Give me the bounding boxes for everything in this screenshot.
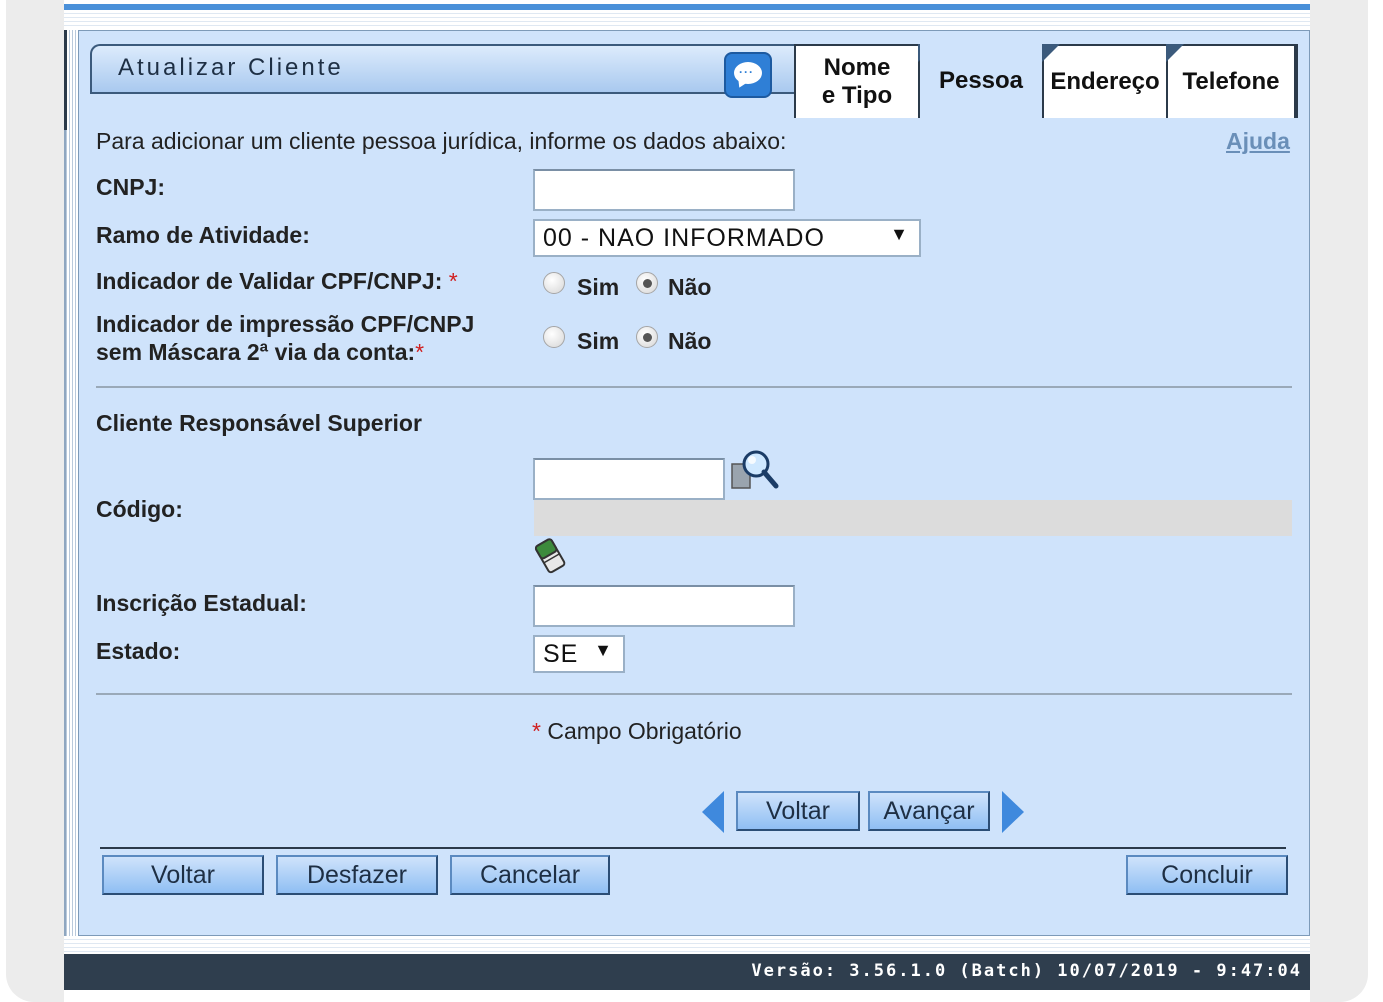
left-border <box>64 130 66 936</box>
left-stripes <box>64 30 78 940</box>
ramo-select[interactable]: 00 - NAO INFORMADO ▼ <box>533 219 921 257</box>
divider <box>96 693 1292 695</box>
tab-label: Endereço <box>1050 68 1160 95</box>
voltar-button[interactable]: Voltar <box>102 855 264 895</box>
required-mark: * <box>415 339 425 365</box>
tab-fold <box>1166 44 1184 62</box>
page-title: Atualizar Cliente <box>118 54 344 81</box>
section-title: Cliente Responsável Superior <box>96 410 422 436</box>
validar-sim-radio[interactable] <box>543 272 565 294</box>
chevron-down-icon: ▼ <box>594 640 613 660</box>
eraser-icon[interactable] <box>534 536 570 578</box>
validar-nao-label: Não <box>668 274 712 300</box>
help-link[interactable]: Ajuda <box>1226 128 1290 155</box>
estado-value: SE <box>543 640 579 668</box>
impressao-sim-label: Sim <box>577 328 620 354</box>
inscricao-label: Inscrição Estadual: <box>96 590 307 616</box>
ramo-value: 00 - NAO INFORMADO <box>543 224 825 252</box>
required-mark: * <box>448 268 458 294</box>
estado-select[interactable]: SE ▼ <box>533 635 625 673</box>
cancelar-button[interactable]: Cancelar <box>450 855 610 895</box>
validar-label-text: Indicador de Validar CPF/CNPJ: <box>96 268 443 294</box>
cnpj-label: CNPJ: <box>96 174 166 200</box>
tab-pessoa[interactable]: Pessoa <box>920 44 1042 118</box>
tab-telefone[interactable]: Telefone <box>1166 44 1296 118</box>
nav-back-button[interactable]: Voltar <box>736 791 860 831</box>
tab-label: Pessoa <box>938 67 1024 94</box>
impressao-label-line1: Indicador de impressão CPF/CNPJ <box>96 311 475 337</box>
impressao-sim-radio[interactable] <box>543 326 565 348</box>
ramo-label: Ramo de Atividade: <box>96 222 310 248</box>
validar-sim-label: Sim <box>577 274 620 300</box>
chat-icon[interactable]: ··· <box>724 52 772 98</box>
arrow-right-icon[interactable] <box>1002 791 1024 833</box>
required-mark: * <box>532 718 541 744</box>
tabs-edge <box>1296 44 1298 118</box>
tab-label: Telefone <box>1182 68 1280 95</box>
concluir-button[interactable]: Concluir <box>1126 855 1288 895</box>
impressao-label-line2: sem Máscara 2ª via da conta:* <box>96 339 425 365</box>
version-bar: Versão: 3.56.1.0 (Batch) 10/07/2019 - 9:… <box>64 954 1310 990</box>
codigo-label: Código: <box>96 496 183 522</box>
validar-nao-radio[interactable] <box>636 272 658 294</box>
required-note: * Campo Obrigatório <box>532 718 742 745</box>
codigo-description <box>534 500 1292 536</box>
top-stripes <box>64 10 1310 28</box>
required-note-text: Campo Obrigatório <box>547 718 742 744</box>
impressao-nao-label: Não <box>668 328 712 354</box>
tab-fold <box>1042 44 1060 62</box>
left-marker <box>64 30 67 130</box>
impressao-nao-radio[interactable] <box>636 326 658 348</box>
chevron-down-icon: ▼ <box>890 224 909 244</box>
cnpj-input[interactable] <box>533 169 795 211</box>
divider <box>96 386 1292 388</box>
tab-label: Nome e Tipo <box>821 54 893 109</box>
estado-label: Estado: <box>96 638 181 664</box>
nav-next-button[interactable]: Avançar <box>868 791 990 831</box>
codigo-input[interactable] <box>533 458 725 500</box>
tab-endereco[interactable]: Endereço <box>1042 44 1168 118</box>
action-divider <box>100 847 1286 849</box>
search-icon[interactable] <box>730 448 780 492</box>
inscricao-input[interactable] <box>533 585 795 627</box>
tab-nome-e-tipo[interactable]: Nome e Tipo <box>794 44 920 118</box>
bottom-stripes <box>64 936 1310 954</box>
intro-text: Para adicionar um cliente pessoa jurídic… <box>96 128 787 154</box>
desfazer-button[interactable]: Desfazer <box>276 855 438 895</box>
validar-label: Indicador de Validar CPF/CNPJ: * <box>96 268 458 295</box>
arrow-left-icon[interactable] <box>702 791 724 833</box>
impressao-label: Indicador de impressão CPF/CNPJ sem Másc… <box>96 310 474 366</box>
